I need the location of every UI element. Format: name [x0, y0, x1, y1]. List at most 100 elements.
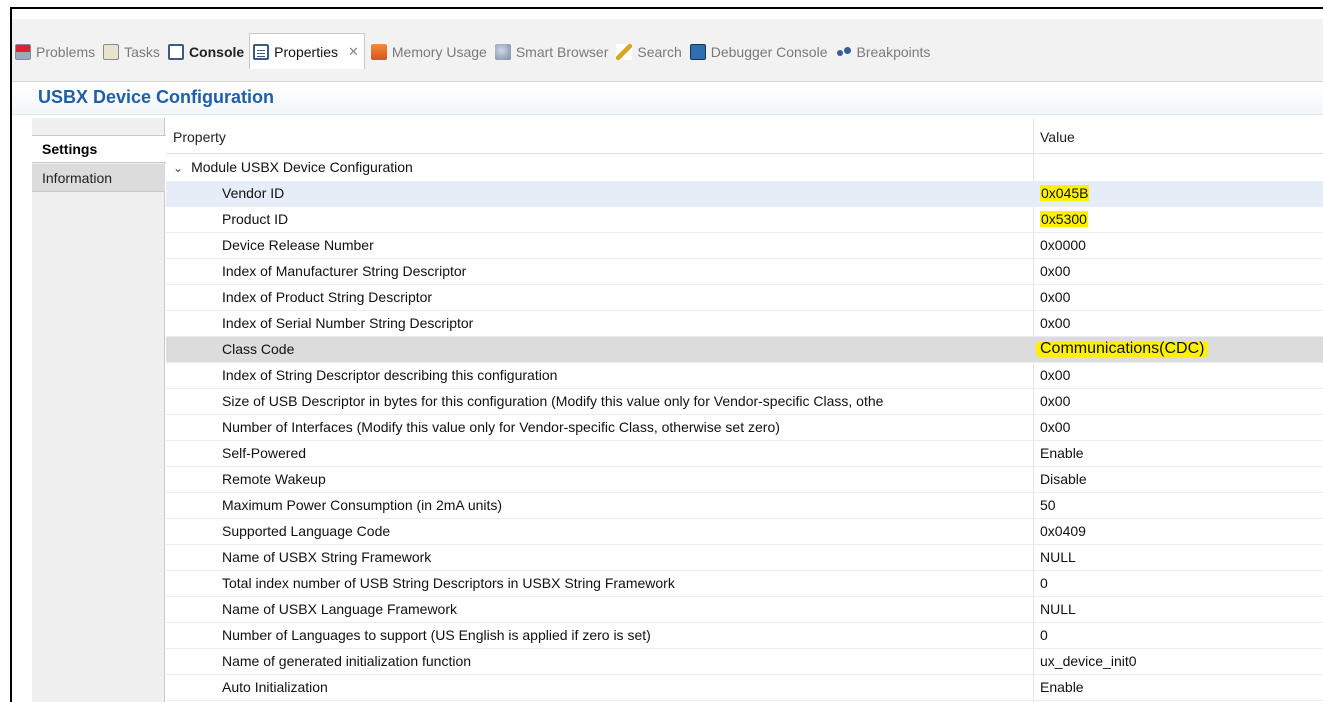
- property-value[interactable]: Communications(CDC): [1036, 341, 1321, 359]
- table-row[interactable]: Number of Interfaces (Modify this value …: [166, 415, 1323, 441]
- tab-breakpoints[interactable]: Breakpoints: [833, 35, 936, 69]
- table-header: Property Value: [166, 118, 1323, 154]
- table-row[interactable]: Index of Product String Descriptor 0x00: [166, 285, 1323, 311]
- group-row[interactable]: ⌄ Module USBX Device Configuration: [166, 155, 1323, 181]
- property-name: Name of USBX String Framework: [222, 549, 432, 565]
- property-value[interactable]: 0x00: [1040, 393, 1323, 409]
- table-row[interactable]: Total index number of USB String Descrip…: [166, 571, 1323, 597]
- tab-label: Tasks: [124, 44, 160, 60]
- property-value[interactable]: 50: [1040, 497, 1323, 513]
- console-icon: [167, 44, 184, 60]
- property-value[interactable]: 0x00: [1040, 289, 1323, 305]
- tab-settings[interactable]: Settings: [32, 135, 166, 163]
- properties-view: Problems Tasks Console Properties ✕ Memo…: [10, 7, 1323, 702]
- property-name: Name of USBX Language Framework: [222, 601, 457, 617]
- table-row[interactable]: Name of USBX String Framework NULL: [166, 545, 1323, 571]
- property-name: Maximum Power Consumption (in 2mA units): [222, 497, 503, 513]
- group-label: ⌄ Module USBX Device Configuration: [173, 159, 983, 175]
- tab-label: Console: [188, 44, 245, 60]
- tab-label: Memory Usage: [391, 44, 487, 60]
- search-icon: [616, 44, 633, 60]
- property-value[interactable]: 0x00: [1040, 367, 1323, 383]
- tab-label: Search: [637, 44, 682, 60]
- problems-icon: [15, 44, 31, 60]
- table-row[interactable]: Maximum Power Consumption (in 2mA units)…: [166, 493, 1323, 519]
- tasks-icon: [103, 44, 120, 60]
- property-name: Number of Languages to support (US Engli…: [222, 627, 651, 643]
- tab-information[interactable]: Information: [32, 164, 165, 192]
- column-header-value[interactable]: Value: [1040, 129, 1075, 145]
- property-name: Remote Wakeup: [222, 471, 326, 487]
- table-row[interactable]: Remote Wakeup Disable: [166, 467, 1323, 493]
- tab-memory-usage[interactable]: Memory Usage: [365, 35, 492, 69]
- chevron-down-icon[interactable]: ⌄: [173, 161, 183, 175]
- property-name: Name of generated initialization functio…: [222, 653, 472, 669]
- value-text: 0x5300: [1040, 211, 1088, 227]
- side-tab-strip: Settings Information: [32, 118, 166, 702]
- property-value[interactable]: NULL: [1040, 601, 1323, 617]
- tab-label: Smart Browser: [515, 44, 609, 60]
- table-row[interactable]: Supported Language Code 0x0409: [166, 519, 1323, 545]
- property-value[interactable]: 0: [1040, 575, 1323, 591]
- tab-search[interactable]: Search: [613, 35, 686, 69]
- tab-label: Properties: [274, 43, 338, 60]
- table-row[interactable]: Vendor ID 0x045B: [166, 181, 1323, 207]
- table-row[interactable]: Name of generated initialization functio…: [166, 649, 1323, 675]
- table-row[interactable]: Size of USB Descriptor in bytes for this…: [166, 389, 1323, 415]
- table-row[interactable]: Index of Serial Number String Descriptor…: [166, 311, 1323, 337]
- property-value[interactable]: 0x00: [1040, 419, 1323, 435]
- property-name: Self-Powered: [222, 445, 307, 461]
- view-tab-bar: Problems Tasks Console Properties ✕ Memo…: [12, 19, 1323, 81]
- breakpoints-icon: [836, 44, 852, 60]
- property-value[interactable]: 0x00: [1040, 315, 1323, 331]
- property-value[interactable]: ux_device_init0: [1040, 653, 1323, 669]
- table-row[interactable]: Device Release Number 0x0000: [166, 233, 1323, 259]
- table-row[interactable]: Auto Initialization Enable: [166, 675, 1323, 701]
- value-text: Communications(CDC): [1036, 341, 1209, 358]
- property-value[interactable]: 0x5300: [1040, 211, 1323, 227]
- view-tabs: Problems Tasks Console Properties ✕ Memo…: [12, 33, 936, 69]
- tab-tasks[interactable]: Tasks: [100, 35, 165, 69]
- divider: [12, 81, 1323, 82]
- column-header-property[interactable]: Property: [173, 129, 226, 145]
- table-row[interactable]: Index of String Descriptor describing th…: [166, 363, 1323, 389]
- tab-problems[interactable]: Problems: [12, 35, 100, 69]
- smart-browser-icon: [494, 44, 511, 60]
- tab-label: Debugger Console: [710, 44, 828, 60]
- table-row[interactable]: Number of Languages to support (US Engli…: [166, 623, 1323, 649]
- property-value[interactable]: NULL: [1040, 549, 1323, 565]
- tab-smart-browser[interactable]: Smart Browser: [492, 35, 614, 69]
- tab-label: Breakpoints: [856, 44, 931, 60]
- property-value[interactable]: 0: [1040, 627, 1323, 643]
- tab-debugger-console[interactable]: Debugger Console: [687, 35, 833, 69]
- table-row[interactable]: Self-Powered Enable: [166, 441, 1323, 467]
- property-name: Auto Initialization: [222, 679, 328, 695]
- property-value[interactable]: 0x045B: [1040, 185, 1323, 201]
- property-name: Index of Serial Number String Descriptor: [222, 315, 474, 331]
- property-name: Vendor ID: [222, 185, 285, 201]
- value-text: 0x045B: [1040, 185, 1090, 201]
- debugger-console-icon: [689, 44, 706, 60]
- property-value[interactable]: 0x0409: [1040, 523, 1323, 539]
- property-name: Index of String Descriptor describing th…: [222, 367, 558, 383]
- property-value[interactable]: 0x00: [1040, 263, 1323, 279]
- property-name: Class Code: [222, 341, 295, 357]
- property-value[interactable]: Enable: [1040, 679, 1323, 695]
- table-row[interactable]: Index of Manufacturer String Descriptor …: [166, 259, 1323, 285]
- table-row[interactable]: Class Code Communications(CDC): [166, 337, 1323, 363]
- table-row[interactable]: Name of USBX Language Framework NULL: [166, 597, 1323, 623]
- property-name: Index of Manufacturer String Descriptor: [222, 263, 467, 279]
- property-name: Supported Language Code: [222, 523, 391, 539]
- property-table: Property Value ⌄ Module USBX Device Confi…: [166, 118, 1323, 702]
- property-name: Index of Product String Descriptor: [222, 289, 433, 305]
- property-name: Size of USB Descriptor in bytes for this…: [222, 393, 884, 409]
- table-row[interactable]: Product ID 0x5300: [166, 207, 1323, 233]
- group-label-text: Module USBX Device Configuration: [191, 159, 413, 175]
- property-value[interactable]: Enable: [1040, 445, 1323, 461]
- close-icon[interactable]: ✕: [348, 44, 359, 60]
- property-value[interactable]: 0x0000: [1040, 237, 1323, 253]
- tab-console[interactable]: Console: [165, 35, 249, 69]
- tab-properties[interactable]: Properties ✕: [249, 33, 365, 69]
- property-name: Device Release Number: [222, 237, 374, 253]
- property-value[interactable]: Disable: [1040, 471, 1323, 487]
